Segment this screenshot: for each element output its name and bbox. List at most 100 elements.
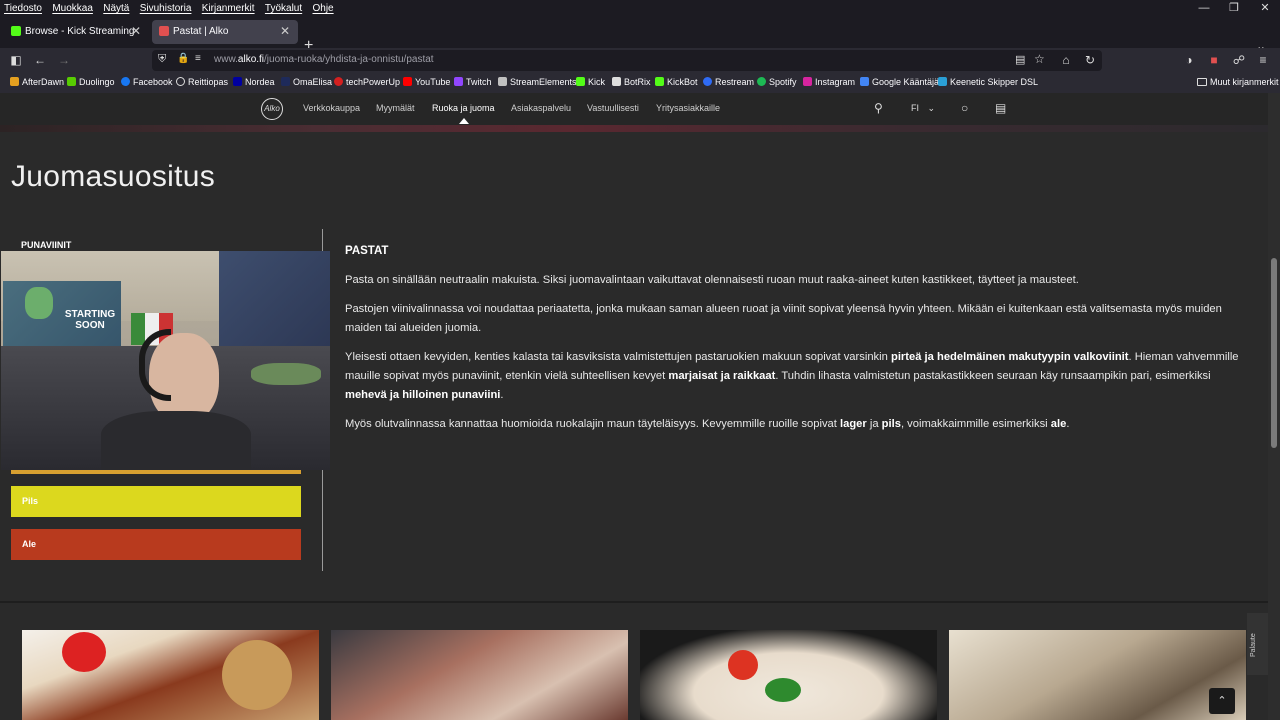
close-tab-icon[interactable]: ✕ (131, 24, 141, 38)
ale-button[interactable]: Ale (11, 529, 301, 560)
page-scrollbar[interactable] (1268, 93, 1280, 720)
tomato-image (62, 632, 106, 672)
scroll-to-top-icon[interactable]: ⌃ (1209, 688, 1235, 714)
menu-file[interactable]: Tiedosto (4, 1, 42, 16)
restore-icon[interactable]: ❐ (1219, 0, 1249, 16)
bookmark-restream[interactable]: Restream (703, 77, 754, 87)
section-divider (0, 601, 1268, 603)
kick-favicon-icon (11, 26, 21, 36)
text-run: . Tuhdin lihasta valmistetun pastakastik… (775, 370, 1211, 382)
webcam-person-body (101, 411, 251, 470)
duolingo-icon (67, 77, 76, 86)
bookmark-google-translate[interactable]: Google Kääntäjä (860, 77, 939, 87)
pils-button[interactable]: Pils (11, 486, 301, 517)
bookmark-instagram[interactable]: Instagram (803, 77, 855, 87)
bookmark-reittiopas[interactable]: Reittiopas (176, 77, 228, 87)
cart-icon[interactable]: ▤ (995, 101, 1006, 115)
tab-kick[interactable]: Browse - Kick Streaming ✕ (4, 20, 149, 44)
scrollbar-thumb[interactable] (1271, 258, 1277, 448)
nav-asiakaspalvelu[interactable]: Asiakaspalvelu (511, 103, 571, 113)
menu-tools[interactable]: Työkalut (265, 1, 302, 16)
text-run: ja (866, 418, 882, 430)
home-icon[interactable]: ⌂ (1057, 51, 1075, 69)
instagram-icon (803, 77, 812, 86)
url-prefix: www. (214, 54, 238, 65)
bookmark-kickbot[interactable]: KickBot (655, 77, 698, 87)
active-nav-indicator (459, 118, 469, 124)
menu-view[interactable]: Näytä (103, 1, 129, 16)
bookmark-twitch[interactable]: Twitch (454, 77, 492, 87)
reader-view-icon[interactable]: ▤ (1015, 53, 1025, 66)
alko-logo[interactable]: Alko (261, 98, 283, 120)
menu-bookmarks[interactable]: Kirjanmerkit (202, 1, 255, 16)
bookmark-afterdawn[interactable]: AfterDawn (10, 77, 64, 87)
menu-bar: Tiedosto Muokkaa Näytä Sivuhistoria Kirj… (0, 0, 1280, 16)
other-bookmarks[interactable]: Muut kirjanmerkit (1197, 77, 1279, 87)
extensions-icon[interactable]: ☍ (1230, 51, 1248, 69)
bookmark-omaelisa[interactable]: OmaElisa (281, 77, 332, 87)
page-title: Juomasuositus (11, 160, 215, 193)
permissions-icon[interactable]: ≡ (195, 53, 201, 64)
nav-vastuullisesti[interactable]: Vastuullisesti (587, 103, 639, 113)
minimize-icon[interactable]: — (1189, 0, 1219, 16)
bookmark-kick[interactable]: Kick (576, 77, 605, 87)
shield-icon[interactable]: ⛨ (158, 53, 166, 66)
food-card-mushroom-ravioli[interactable] (949, 630, 1246, 720)
nav-verkkokauppa[interactable]: Verkkokauppa (303, 103, 360, 113)
reload-icon[interactable]: ↻ (1081, 51, 1099, 69)
close-tab-icon[interactable]: ✕ (280, 24, 290, 38)
bookmark-techpowerup[interactable]: techPowerUp (334, 77, 400, 87)
bookmark-facebook[interactable]: Facebook (121, 77, 173, 87)
nav-myymalat[interactable]: Myymälät (376, 103, 415, 113)
bookmark-keenetic[interactable]: Keenetic Skipper DSL (938, 77, 1038, 87)
spotify-icon (757, 77, 766, 86)
bookmark-star-icon[interactable]: ☆ (1034, 52, 1045, 66)
lock-icon[interactable]: 🔒 (177, 53, 189, 64)
menu-history[interactable]: Sivuhistoria (140, 1, 192, 16)
bookmark-label: Facebook (133, 77, 173, 87)
tab-alko[interactable]: Pastat | Alko ✕ (152, 20, 298, 44)
bookmark-label: BotRix (624, 77, 651, 87)
tab-title: Pastat | Alko (173, 26, 229, 37)
sidebar-icon[interactable]: ◧ (7, 51, 25, 69)
afterdawn-icon (10, 77, 19, 86)
alko-favicon-icon (159, 26, 169, 36)
food-card-pizza[interactable] (331, 630, 628, 720)
bookmark-duolingo[interactable]: Duolingo (67, 77, 115, 87)
close-window-icon[interactable]: ✕ (1250, 0, 1280, 16)
bookmark-youtube[interactable]: YouTube (403, 77, 450, 87)
bookmark-nordea[interactable]: Nordea (233, 77, 275, 87)
bookmark-label: Restream (715, 77, 755, 87)
menu-help[interactable]: Ohje (313, 1, 334, 16)
plush-toy (251, 363, 321, 385)
user-icon[interactable]: ○ (961, 101, 968, 115)
article-heading: PASTAT (345, 245, 389, 257)
nav-yritysasiakkaille[interactable]: Yritysasiakkaille (656, 103, 720, 113)
nav-ruoka-ja-juoma[interactable]: Ruoka ja juoma (432, 103, 495, 113)
url-text[interactable]: www.alko.fi/juoma-ruoka/yhdista-ja-onnis… (214, 54, 434, 65)
food-card-lasagna[interactable] (22, 630, 319, 720)
text-run: Myös olutvalinnassa kannattaa huomioida … (345, 418, 840, 430)
bookmark-label: Reittiopas (188, 77, 229, 87)
extension-badge-icon[interactable]: ■ (1205, 51, 1223, 69)
feedback-tab[interactable]: Palaute (1247, 613, 1268, 675)
dark-mode-icon[interactable]: ◑ (1180, 51, 1198, 69)
bookmark-streamelements[interactable]: StreamElements (498, 77, 577, 87)
url-bar[interactable]: ⛨ 🔒 ≡ www.alko.fi/juoma-ruoka/yhdista-ja… (152, 50, 1102, 71)
highlight-ale: ale (1050, 418, 1067, 430)
bookmark-spotify[interactable]: Spotify (757, 77, 797, 87)
language-selector[interactable]: FI ⌄ (911, 103, 935, 114)
app-menu-icon[interactable]: ≡ (1254, 51, 1272, 69)
forward-icon[interactable]: → (55, 51, 73, 69)
elisa-icon (281, 77, 290, 86)
back-icon[interactable]: ← (31, 51, 49, 69)
bookmark-botrix[interactable]: BotRix (612, 77, 651, 87)
bookmark-label: Muut kirjanmerkit (1210, 77, 1279, 87)
twitch-icon (454, 77, 463, 86)
search-icon[interactable]: ⚲ (874, 101, 883, 115)
highlight-white-wine: pirteä ja hedelmäinen makutyypin valkovi… (890, 351, 1129, 363)
menu-edit[interactable]: Muokkaa (52, 1, 93, 16)
botrix-icon (612, 77, 621, 86)
food-card-pasta[interactable] (640, 630, 937, 720)
kick-icon (576, 77, 585, 86)
